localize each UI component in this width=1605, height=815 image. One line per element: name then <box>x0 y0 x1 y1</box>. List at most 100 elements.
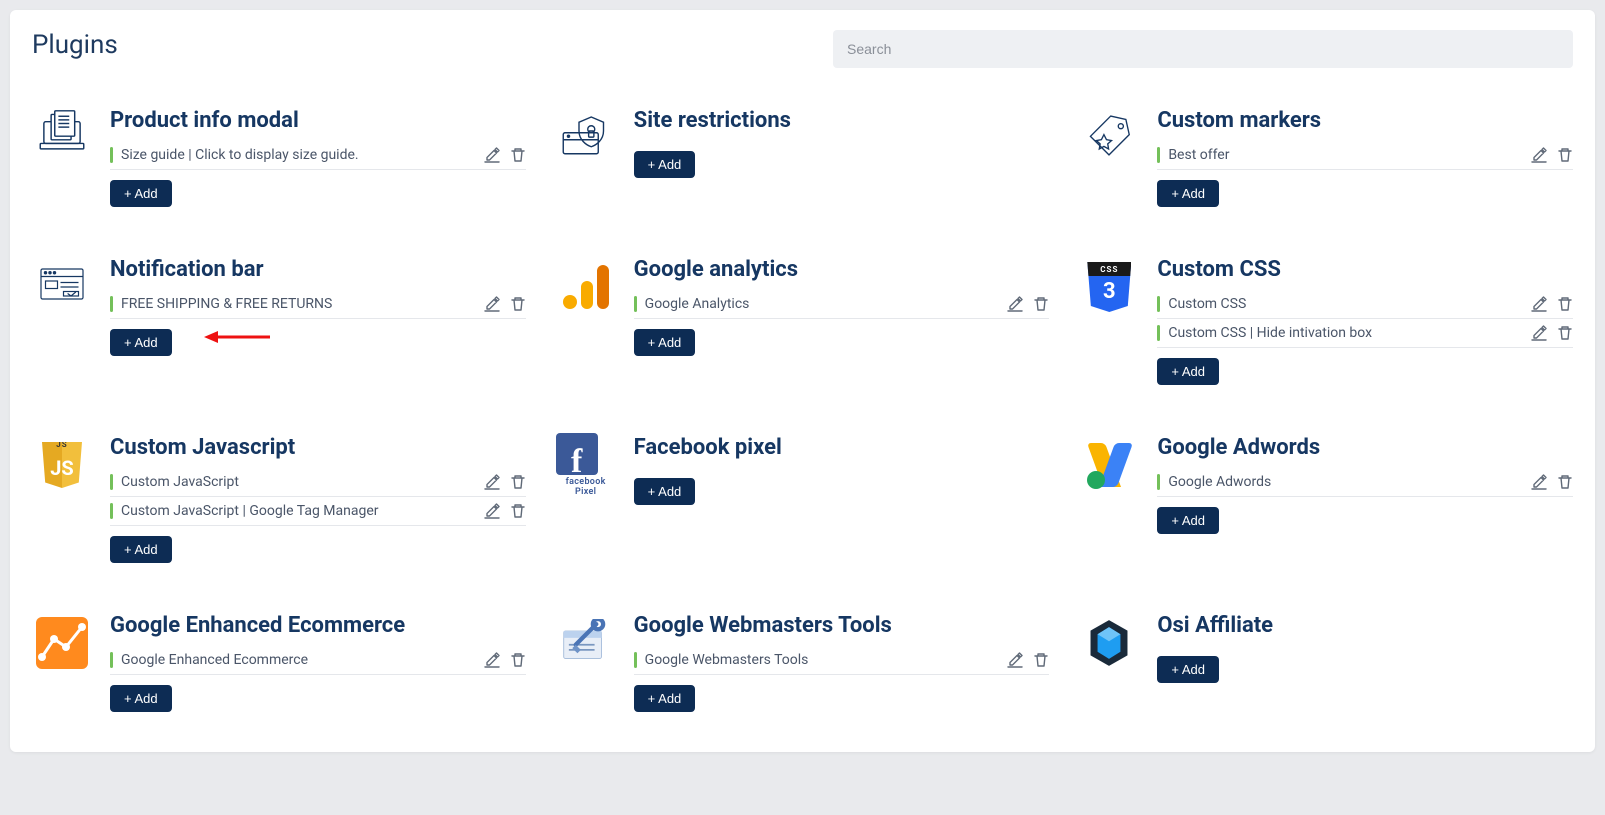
status-bar <box>1157 296 1160 312</box>
edit-icon[interactable] <box>484 296 500 312</box>
plugin-item-label: Google Analytics <box>645 296 1000 312</box>
laptop-docs-icon <box>32 108 92 168</box>
edit-icon[interactable] <box>1007 652 1023 668</box>
plugin-item-row: Size guide | Click to display size guide… <box>110 141 526 170</box>
plugin-title: Notification bar <box>110 257 526 282</box>
add-button[interactable]: + Add <box>110 685 172 712</box>
plugin-item-row: Custom CSS <box>1157 290 1573 319</box>
edit-icon[interactable] <box>1007 296 1023 312</box>
plugin-google-enhanced-ecommerce: Google Enhanced EcommerceGoogle Enhanced… <box>32 613 526 712</box>
plugin-body: Google analytics Google Analytics + Add <box>634 257 1050 356</box>
fb-icon: ffacebook Pixel <box>556 435 616 495</box>
trash-icon[interactable] <box>1033 652 1049 668</box>
plugin-title: Product info modal <box>110 108 526 133</box>
plugin-item-row: Best offer <box>1157 141 1573 170</box>
edit-icon[interactable] <box>484 503 500 519</box>
plugin-body: Google Adwords Google Adwords + Add <box>1157 435 1573 534</box>
row-actions <box>1531 296 1573 312</box>
trash-icon[interactable] <box>510 652 526 668</box>
shield-lock-icon <box>556 108 616 168</box>
plugin-body: Custom Javascript Custom JavaScript Custom… <box>110 435 526 563</box>
row-actions <box>484 474 526 490</box>
wt-icon <box>556 613 616 673</box>
add-button[interactable]: + Add <box>634 478 696 505</box>
trash-icon[interactable] <box>510 296 526 312</box>
trash-icon[interactable] <box>510 503 526 519</box>
plugin-title: Google analytics <box>634 257 1050 282</box>
plugin-item-row: Google Analytics <box>634 290 1050 319</box>
status-bar <box>1157 474 1160 490</box>
trash-icon[interactable] <box>1557 474 1573 490</box>
status-bar <box>1157 147 1160 163</box>
plugin-body: Custom CSSCustom CSSCustom CSS | Hide in… <box>1157 257 1573 385</box>
trash-icon[interactable] <box>1033 296 1049 312</box>
add-button[interactable]: + Add <box>110 329 172 356</box>
edit-icon[interactable] <box>1531 474 1547 490</box>
adwords-icon <box>1079 435 1139 495</box>
plugin-body: Product info modal Size guide | Click to … <box>110 108 526 207</box>
plugin-item-row: Custom CSS | Hide intivation box <box>1157 319 1573 348</box>
row-actions <box>1531 325 1573 341</box>
edit-icon[interactable] <box>484 474 500 490</box>
add-button[interactable]: + Add <box>634 151 696 178</box>
trash-icon[interactable] <box>1557 147 1573 163</box>
plugin-custom-markers: Custom markersBest offer+ Add <box>1079 108 1573 207</box>
trash-icon[interactable] <box>1557 325 1573 341</box>
status-bar <box>110 474 113 490</box>
edit-icon[interactable] <box>1531 296 1547 312</box>
plugin-title: Google Adwords <box>1157 435 1573 460</box>
plugin-item-row: Google Adwords <box>1157 468 1573 497</box>
plugin-body: Google Enhanced EcommerceGoogle Enhanced… <box>110 613 526 712</box>
osi-icon <box>1079 613 1139 673</box>
add-button[interactable]: + Add <box>1157 358 1219 385</box>
add-button[interactable]: + Add <box>1157 180 1219 207</box>
add-button[interactable]: + Add <box>1157 656 1219 683</box>
plugin-product-info-modal: Product info modal Size guide | Click to … <box>32 108 526 207</box>
plugin-custom-css: CSS3 Custom CSSCustom CSSCustom CSS | Hid… <box>1079 257 1573 385</box>
plugin-facebook-pixel: ffacebook Pixel Facebook pixel+ Add <box>556 435 1050 563</box>
edit-icon[interactable] <box>1531 147 1547 163</box>
trash-icon[interactable] <box>510 147 526 163</box>
ga-icon <box>556 257 616 317</box>
css-icon: CSS3 <box>1079 257 1139 317</box>
plugin-google-webmasters-tools: Google Webmasters ToolsGoogle Webmasters… <box>556 613 1050 712</box>
plugin-body: Notification bar FREE SHIPPING & FREE RET… <box>110 257 526 356</box>
plugin-item-label: Google Adwords <box>1168 474 1523 490</box>
row-actions <box>484 147 526 163</box>
plugin-item-row: Google Enhanced Ecommerce <box>110 646 526 675</box>
tag-star-icon <box>1079 108 1139 168</box>
add-button[interactable]: + Add <box>110 536 172 563</box>
edit-icon[interactable] <box>484 652 500 668</box>
plugin-item-label: Custom CSS | Hide intivation box <box>1168 325 1523 341</box>
plugin-item-label: Custom JavaScript | Google Tag Manager <box>121 503 476 519</box>
add-button[interactable]: + Add <box>1157 507 1219 534</box>
plugin-item-label: Google Webmasters Tools <box>645 652 1000 668</box>
edit-icon[interactable] <box>484 147 500 163</box>
status-bar <box>634 652 637 668</box>
plugin-item-label: Custom JavaScript <box>121 474 476 490</box>
status-bar <box>110 296 113 312</box>
add-button[interactable]: + Add <box>634 329 696 356</box>
plugin-body: Facebook pixel+ Add <box>634 435 1050 505</box>
plugin-item-label: FREE SHIPPING & FREE RETURNS <box>121 296 476 312</box>
plugin-item-label: Size guide | Click to display size guide… <box>121 147 476 163</box>
plugin-site-restrictions: Site restrictions + Add <box>556 108 1050 207</box>
add-button[interactable]: + Add <box>634 685 696 712</box>
js-icon: JSJS <box>32 435 92 495</box>
page-header: Plugins <box>32 30 1573 68</box>
edit-icon[interactable] <box>1531 325 1547 341</box>
plugin-title: Site restrictions <box>634 108 1050 133</box>
row-actions <box>484 652 526 668</box>
plugin-custom-javascript: JSJSCustom JavascriptCustom JavaScriptCu… <box>32 435 526 563</box>
row-actions <box>1007 652 1049 668</box>
browser-bar-icon <box>32 257 92 317</box>
plugin-body: Osi Affiliate+ Add <box>1157 613 1573 683</box>
plugin-item-label: Best offer <box>1168 147 1523 163</box>
plugin-item-label: Custom CSS <box>1168 296 1523 312</box>
search-input[interactable] <box>833 30 1573 68</box>
trash-icon[interactable] <box>510 474 526 490</box>
trash-icon[interactable] <box>1557 296 1573 312</box>
add-button[interactable]: + Add <box>110 180 172 207</box>
plugin-google-adwords: Google Adwords Google Adwords + Add <box>1079 435 1573 563</box>
plugin-title: Custom Javascript <box>110 435 526 460</box>
